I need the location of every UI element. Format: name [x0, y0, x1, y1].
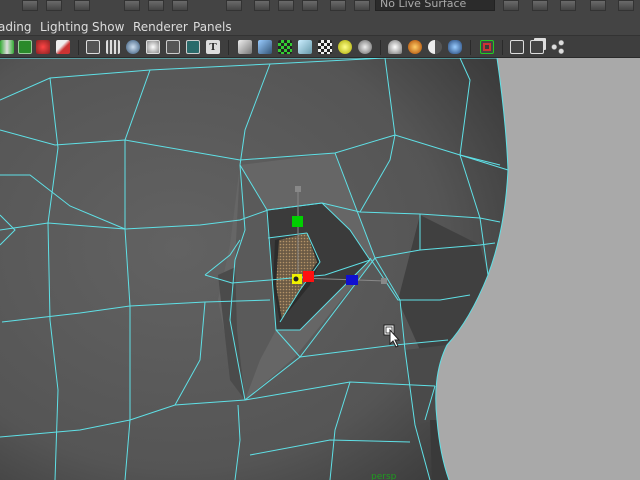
separator [502, 40, 503, 55]
select-by-component-icon[interactable] [172, 0, 188, 11]
live-surface-field[interactable]: No Live Surface [375, 0, 495, 11]
cube-icon[interactable] [238, 40, 252, 54]
checker-icon[interactable] [318, 40, 332, 54]
separator [78, 40, 79, 55]
menu-renderer[interactable]: Renderer [133, 20, 188, 34]
ipr-icon[interactable] [408, 40, 422, 54]
y-axis-handle[interactable] [292, 216, 303, 227]
menu-shading[interactable]: ading [0, 20, 32, 34]
z-axis-handle[interactable] [346, 275, 358, 285]
snap-view-icon[interactable] [302, 0, 318, 11]
menu-panels[interactable]: Panels [193, 20, 232, 34]
shader-icon[interactable] [448, 40, 462, 54]
top-toolbar: No Live Surface [0, 0, 640, 13]
hypershade-icon[interactable] [618, 0, 634, 11]
sphere-grey-icon[interactable] [358, 40, 372, 54]
perspective-viewport[interactable] [0, 58, 640, 480]
render-icon[interactable] [388, 40, 402, 54]
snap-curve-icon[interactable] [254, 0, 270, 11]
panel-menubar: ading Lighting Show Renderer Panels [0, 13, 640, 35]
history-icon[interactable] [354, 0, 370, 11]
sphere-icon[interactable] [126, 40, 140, 54]
xray-icon[interactable] [166, 40, 180, 54]
menu-lighting[interactable]: Lighting [40, 20, 89, 34]
camera-name-label: persp [371, 472, 397, 480]
component-icon[interactable] [186, 40, 200, 54]
snap-point-icon[interactable] [278, 0, 294, 11]
separator [228, 40, 229, 55]
select-by-hierarchy-icon[interactable] [124, 0, 140, 11]
half-sphere-icon[interactable] [428, 40, 442, 54]
select-by-object-icon[interactable] [148, 0, 164, 11]
poly-cube-icon[interactable] [510, 40, 524, 54]
y-axis-tip[interactable] [295, 186, 301, 192]
lasso-icon[interactable] [18, 40, 32, 54]
make-live-icon[interactable] [330, 0, 346, 11]
new-scene-icon[interactable] [22, 0, 38, 11]
snap-grid-icon[interactable] [226, 0, 242, 11]
duplicate-icon[interactable] [530, 40, 544, 54]
separator [470, 40, 471, 55]
wireframe-icon[interactable] [86, 40, 100, 54]
save-scene-icon[interactable] [74, 0, 90, 11]
x-axis-handle[interactable] [303, 271, 314, 282]
select-icon[interactable] [0, 40, 14, 54]
text-icon[interactable]: T [206, 40, 220, 54]
pivot-point [293, 276, 299, 282]
light-yellow-icon[interactable] [338, 40, 352, 54]
separator [380, 40, 381, 55]
render-settings-icon[interactable] [590, 0, 606, 11]
open-scene-icon[interactable] [46, 0, 62, 11]
paint-icon[interactable] [36, 40, 50, 54]
smooth-icon[interactable] [146, 40, 160, 54]
cube-blue-icon[interactable] [258, 40, 272, 54]
z-axis-tip[interactable] [381, 278, 387, 284]
render-frame-icon[interactable] [532, 0, 548, 11]
brush-icon[interactable] [56, 40, 70, 54]
isolate-icon[interactable] [278, 40, 292, 54]
ipr-render-icon[interactable] [560, 0, 576, 11]
share-icon[interactable] [550, 40, 564, 54]
grid-icon[interactable] [106, 40, 120, 54]
camera-icon[interactable] [480, 40, 494, 54]
cube-light-icon[interactable] [298, 40, 312, 54]
panel-toolbar: T [0, 35, 640, 58]
render-view-icon[interactable] [503, 0, 519, 11]
menu-show[interactable]: Show [92, 20, 124, 34]
